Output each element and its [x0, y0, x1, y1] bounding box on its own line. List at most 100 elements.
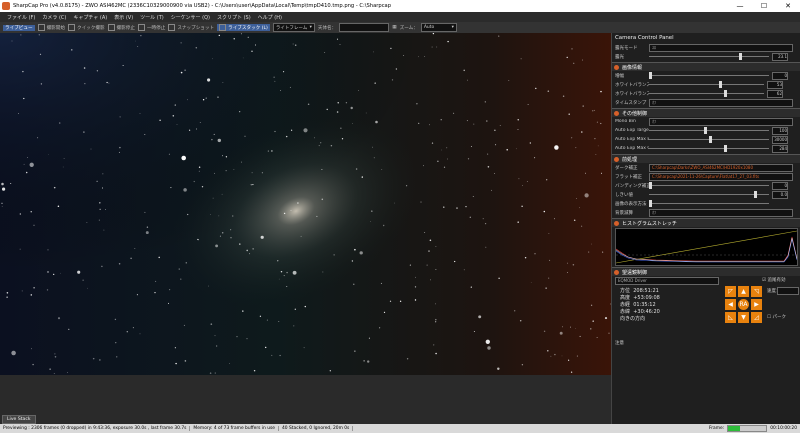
menu-view[interactable]: 表示 (V): [114, 14, 133, 21]
arrow-right-icon[interactable]: ▶: [751, 299, 762, 310]
mono-bin-select[interactable]: ｵﾌ: [649, 117, 793, 126]
menu-help[interactable]: ヘルプ (H): [258, 14, 282, 21]
star: [193, 180, 195, 183]
slider-knob[interactable]: [724, 145, 727, 152]
star: [554, 353, 556, 356]
exposure-mode-select[interactable]: ｽﾛ: [649, 43, 793, 52]
arrow-up-icon[interactable]: ▲: [738, 286, 749, 297]
ae-max-gain-slider[interactable]: [649, 145, 769, 152]
star: [491, 189, 493, 191]
exposure-slider[interactable]: [649, 53, 769, 60]
banding-value[interactable]: 0: [772, 181, 788, 190]
bg-subtract-select[interactable]: ｵﾌ: [649, 208, 793, 217]
slider-knob[interactable]: [649, 72, 652, 79]
gain-slider[interactable]: [649, 72, 769, 79]
wb-blue-slider[interactable]: [649, 90, 764, 97]
tracking-checkbox[interactable]: ☑ 追尾有効: [762, 277, 785, 283]
menu-camera[interactable]: カメラ (C): [42, 14, 66, 21]
mount-control: EQMOD Driver ☑ 追尾有効 方位 208:51:21 高度 +53:…: [612, 276, 800, 338]
gain-value[interactable]: 0: [772, 71, 788, 80]
start-capture-button[interactable]: 撮影開始: [37, 24, 65, 31]
section-preprocessing[interactable]: 前処理: [612, 154, 800, 163]
star: [99, 208, 101, 210]
section-telescope[interactable]: 望遠鏡制御: [612, 267, 800, 276]
slider-knob[interactable]: [719, 81, 722, 88]
star: [244, 135, 246, 137]
close-button[interactable]: ✕: [776, 0, 800, 12]
panel-title: Camera Control Panel: [615, 35, 674, 41]
arrow-left-icon[interactable]: ◀: [725, 299, 736, 310]
park-checkbox[interactable]: ☐ パーク: [767, 314, 786, 320]
live-stack-tab[interactable]: Live Stack: [2, 415, 36, 424]
star: [418, 122, 420, 125]
live-stack-button[interactable]: ライブスタック (L): [217, 24, 270, 31]
banding-slider[interactable]: [649, 182, 769, 189]
live-view-button[interactable]: ライブビュー: [3, 24, 35, 31]
star: [108, 82, 110, 84]
frame-type-select[interactable]: ライトフレーム ▾: [272, 23, 315, 32]
star: [467, 158, 470, 160]
slider-knob[interactable]: [739, 53, 742, 60]
slider-knob[interactable]: [649, 200, 652, 207]
live-stack-label: ライブスタック (L): [228, 25, 268, 31]
grid-icon[interactable]: ▦: [392, 25, 396, 30]
threshold-value[interactable]: 0.0: [772, 190, 788, 199]
star: [435, 321, 437, 323]
star: [390, 47, 392, 50]
menu-scripting[interactable]: スクリプト (S): [217, 14, 251, 21]
maximize-button[interactable]: ☐: [752, 0, 776, 12]
ae-max-gain-value[interactable]: 284: [772, 144, 788, 153]
wb-blue-value[interactable]: 62: [767, 89, 783, 98]
flat-file-select[interactable]: C:\Sharpcap\2021-11-26\Capture\Flat\at17…: [649, 172, 793, 181]
menu-capture[interactable]: キャプチャ (A): [73, 14, 107, 21]
star: [30, 211, 32, 213]
live-image-viewer[interactable]: [0, 33, 611, 375]
slider-knob[interactable]: [649, 182, 652, 189]
zoom-select[interactable]: Auto ▾: [420, 23, 457, 32]
arrow-down-right-icon[interactable]: ◿: [751, 312, 762, 323]
slider-knob[interactable]: [704, 127, 707, 134]
ae-target-value[interactable]: 100: [772, 126, 788, 135]
ae-max-exp-value[interactable]: 30000: [772, 135, 788, 144]
threshold-slider[interactable]: [649, 191, 769, 198]
pause-button[interactable]: 一時停止: [137, 24, 165, 31]
ae-max-exp-slider[interactable]: [649, 136, 769, 143]
stop-capture-button[interactable]: 撮影停止: [107, 24, 135, 31]
star: [286, 285, 288, 287]
snapshot-button[interactable]: スナップショット: [168, 24, 214, 31]
star: [236, 335, 238, 338]
display-mode-slider[interactable]: [649, 200, 769, 207]
gain-row: 増幅 0: [612, 71, 800, 80]
arrow-up-right-icon[interactable]: ◹: [751, 286, 762, 297]
star: [126, 331, 128, 333]
exposure-value[interactable]: 23.1: [772, 52, 788, 61]
status-bar: Previewing : 2306 frames (0 dropped) in …: [0, 424, 800, 433]
wb-red-value[interactable]: 53: [767, 80, 783, 89]
section-misc-controls[interactable]: その他制御: [612, 108, 800, 117]
menu-tools[interactable]: ツール (T): [140, 14, 164, 21]
star: [447, 158, 449, 160]
slider-knob[interactable]: [709, 136, 712, 143]
mount-driver-select[interactable]: EQMOD Driver: [615, 277, 719, 285]
minimize-button[interactable]: —: [728, 0, 752, 12]
timestamp-select[interactable]: ｵﾌ: [649, 98, 793, 107]
star: [291, 129, 293, 131]
dark-file-select[interactable]: C:\Sharpcap\Darks\ZWO_ASI462MC\HD1920x10…: [649, 163, 793, 172]
arrow-up-left-icon[interactable]: ◸: [725, 286, 736, 297]
arrow-down-left-icon[interactable]: ◺: [725, 312, 736, 323]
target-name-input[interactable]: [339, 23, 390, 32]
menu-file[interactable]: ファイル (F): [7, 14, 35, 21]
slider-knob[interactable]: [724, 90, 727, 97]
section-image-info[interactable]: 画像情報: [612, 62, 800, 71]
rate-select[interactable]: [777, 287, 799, 295]
slider-knob[interactable]: [754, 191, 757, 198]
wb-red-slider[interactable]: [649, 81, 764, 88]
quick-capture-button[interactable]: クイック撮影: [67, 24, 105, 31]
ae-target-slider[interactable]: [649, 127, 769, 134]
star: [19, 213, 21, 215]
menu-sequencer[interactable]: シーケンサー (Q): [171, 14, 210, 21]
histogram-chart[interactable]: [615, 228, 798, 266]
center-button[interactable]: RA: [738, 299, 749, 310]
section-histogram[interactable]: ヒストグラムストレッチ: [612, 218, 800, 227]
arrow-down-icon[interactable]: ▼: [738, 312, 749, 323]
